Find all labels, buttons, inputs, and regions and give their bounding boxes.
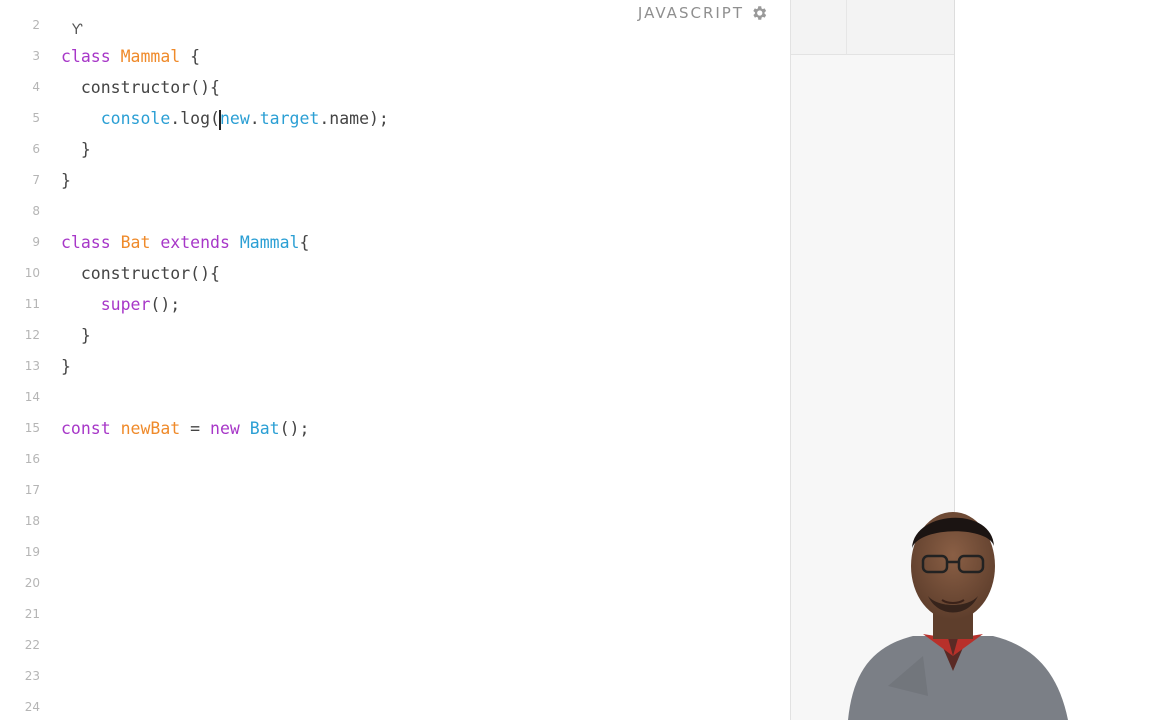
- code-token: const: [61, 419, 111, 438]
- code-text[interactable]: super();: [61, 289, 180, 320]
- line-number: 22: [24, 638, 40, 652]
- code-line[interactable]: 22: [0, 630, 790, 661]
- code-text[interactable]: }: [61, 320, 91, 351]
- code-line[interactable]: 11 super();: [0, 289, 790, 320]
- code-line[interactable]: 16: [0, 444, 790, 475]
- code-text[interactable]: class Bat extends Mammal{: [61, 227, 309, 258]
- code-lines[interactable]: 2 3 class Mammal {4 constructor(){5 consol…: [0, 10, 790, 720]
- code-line[interactable]: 10 constructor(){: [0, 258, 790, 289]
- code-line[interactable]: 13}: [0, 351, 790, 382]
- code-token: constructor(){: [61, 264, 220, 283]
- line-number: 8: [32, 204, 40, 218]
- line-number: 14: [24, 390, 40, 404]
- line-number: 4: [32, 80, 40, 94]
- line-number: 2: [32, 18, 40, 32]
- line-number: 24: [24, 700, 40, 714]
- code-text[interactable]: console.log(new.target.name);: [61, 103, 389, 134]
- code-line[interactable]: 12 }: [0, 320, 790, 351]
- code-token: .log(: [170, 109, 220, 128]
- code-token: .name);: [319, 109, 389, 128]
- code-token: console: [100, 109, 171, 128]
- code-text[interactable]: constructor(){: [61, 72, 220, 103]
- code-token: ();: [150, 295, 181, 314]
- code-token: class: [61, 47, 111, 66]
- code-line[interactable]: 24: [0, 692, 790, 720]
- line-number: 21: [24, 607, 40, 621]
- code-line[interactable]: 21: [0, 599, 790, 630]
- code-token: newBat: [120, 419, 181, 438]
- code-token: {: [180, 47, 201, 66]
- code-text[interactable]: const newBat = new Bat();: [61, 413, 309, 444]
- code-line[interactable]: 4 constructor(){: [0, 72, 790, 103]
- line-number: 15: [24, 421, 40, 435]
- code-line[interactable]: 2: [0, 10, 790, 41]
- code-text[interactable]: }: [61, 351, 71, 382]
- line-number: 9: [32, 235, 40, 249]
- code-line[interactable]: 19: [0, 537, 790, 568]
- code-line[interactable]: 20: [0, 568, 790, 599]
- line-number: 18: [24, 514, 40, 528]
- code-line[interactable]: 23: [0, 661, 790, 692]
- code-token: }: [61, 357, 71, 376]
- code-token: target: [259, 109, 320, 128]
- code-line[interactable]: 9 class Bat extends Mammal{: [0, 227, 790, 258]
- code-line[interactable]: 8: [0, 196, 790, 227]
- code-line[interactable]: 15 const newBat = new Bat();: [0, 413, 790, 444]
- line-number: 17: [24, 483, 40, 497]
- code-token: Mammal: [239, 233, 300, 252]
- code-line[interactable]: 18: [0, 506, 790, 537]
- line-number: 20: [24, 576, 40, 590]
- code-token: }: [61, 326, 91, 345]
- code-token: class: [61, 233, 111, 252]
- code-text[interactable]: }: [61, 134, 91, 165]
- line-number: 11: [24, 297, 40, 311]
- code-token: ();: [279, 419, 310, 438]
- side-tab[interactable]: [847, 0, 954, 55]
- side-tab[interactable]: [791, 0, 847, 55]
- code-text[interactable]: constructor(){: [61, 258, 220, 289]
- line-number: 12: [24, 328, 40, 342]
- code-line[interactable]: 17: [0, 475, 790, 506]
- code-token: new: [219, 109, 250, 128]
- code-line[interactable]: 14: [0, 382, 790, 413]
- presenter-video: [848, 512, 1068, 720]
- line-number: 13: [24, 359, 40, 373]
- code-token: }: [61, 140, 91, 159]
- code-text[interactable]: class Mammal {: [61, 41, 200, 72]
- line-number: 23: [24, 669, 40, 683]
- presenter-webcam: [828, 496, 1078, 720]
- code-line[interactable]: 3 class Mammal {: [0, 41, 790, 72]
- code-line[interactable]: 5 console.log(new.target.name);: [0, 103, 790, 134]
- code-token: Bat: [249, 419, 280, 438]
- line-number: 19: [24, 545, 40, 559]
- code-token: .: [249, 109, 260, 128]
- line-number: 5: [32, 111, 40, 125]
- code-token: new: [210, 419, 240, 438]
- code-token: =: [180, 419, 211, 438]
- code-token: constructor(){: [61, 78, 220, 97]
- code-editor[interactable]: JAVASCRIPT Ƴ 2 3 class Mammal {4 construct…: [0, 0, 790, 720]
- code-token: }: [61, 171, 71, 190]
- line-number: 6: [32, 142, 40, 156]
- code-token: Mammal: [120, 47, 181, 66]
- code-token: Bat: [120, 233, 151, 252]
- code-line[interactable]: 6 }: [0, 134, 790, 165]
- code-token: super: [100, 295, 151, 314]
- code-line[interactable]: 7}: [0, 165, 790, 196]
- code-token: {: [299, 233, 310, 252]
- line-number: 10: [24, 266, 40, 280]
- code-text[interactable]: }: [61, 165, 71, 196]
- line-number: 3: [32, 49, 40, 63]
- line-number: 7: [32, 173, 40, 187]
- line-number: 16: [24, 452, 40, 466]
- code-token: extends: [160, 233, 230, 252]
